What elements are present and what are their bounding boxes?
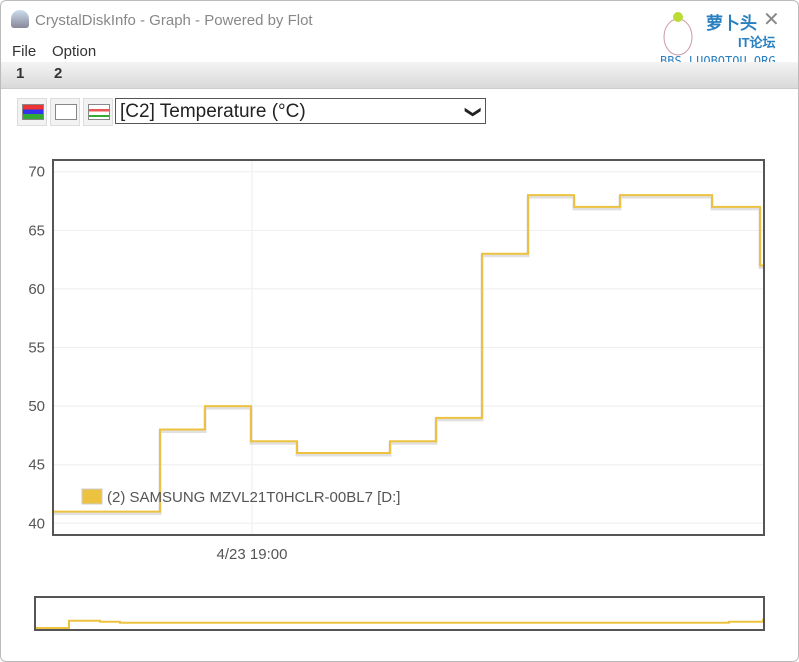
y-tick-label: 60 xyxy=(28,281,45,298)
y-tick-label: 55 xyxy=(28,340,45,357)
overview-line xyxy=(35,618,764,629)
overview-navigator[interactable] xyxy=(34,596,765,631)
series-line xyxy=(53,194,764,513)
legend-swatch xyxy=(81,488,103,505)
legend-label: (2) SAMSUNG MZVL21T0HCLR-00BL7 [D:] xyxy=(107,489,400,506)
temperature-chart: 40 45 50 55 60 65 70 4/23 19:00 (2) SAMSUNG MZVL… xyxy=(28,159,765,631)
x-tick-label: 4/23 19:00 xyxy=(217,546,288,563)
y-tick-label: 40 xyxy=(28,515,45,532)
y-tick-label: 65 xyxy=(28,222,45,239)
y-tick-label: 50 xyxy=(28,398,45,415)
y-tick-label: 70 xyxy=(28,164,45,181)
y-tick-label: 45 xyxy=(28,457,45,474)
